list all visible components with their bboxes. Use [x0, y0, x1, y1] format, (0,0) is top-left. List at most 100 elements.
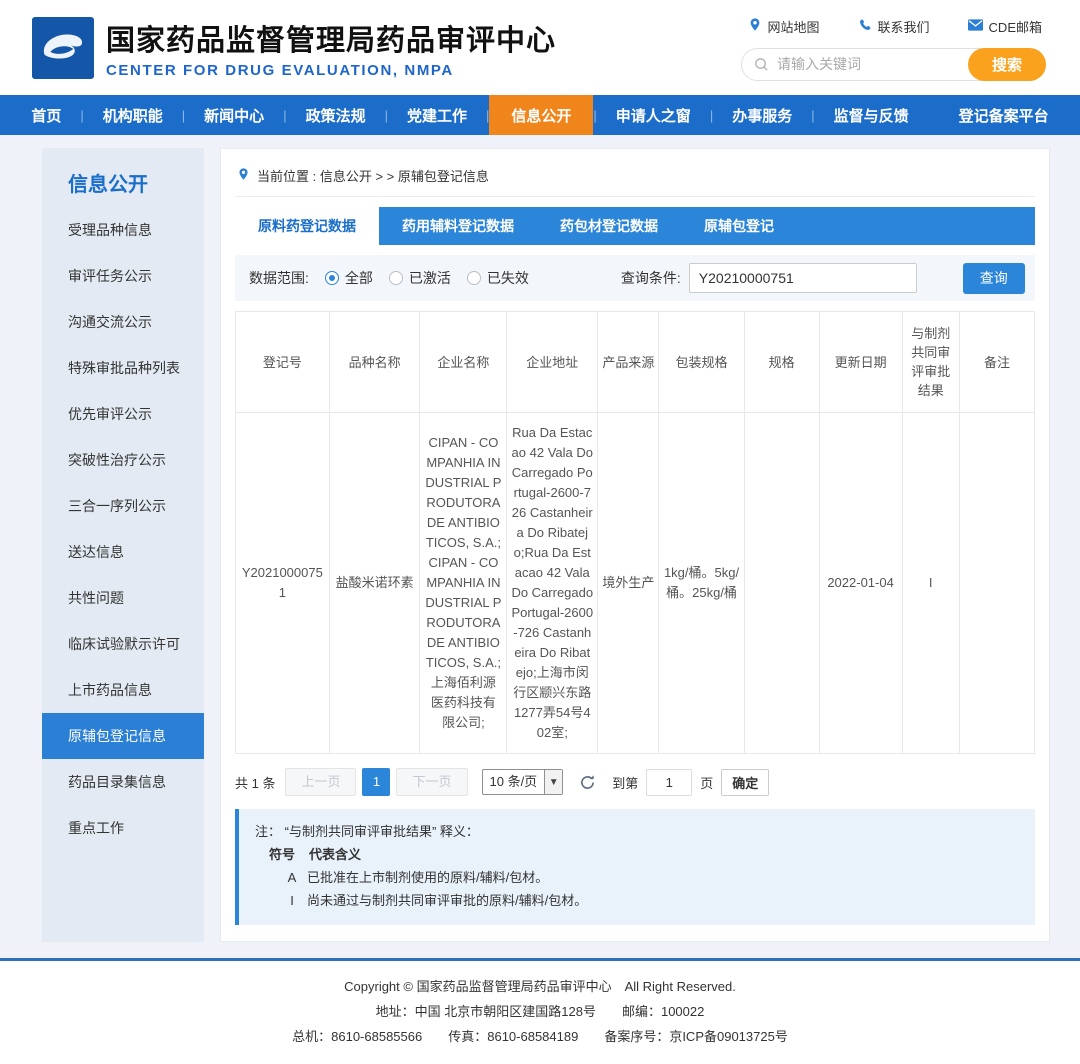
- next-page-button[interactable]: 下一页: [396, 768, 467, 796]
- col-package-spec: 包装规格: [659, 312, 744, 413]
- page-size-select[interactable]: 10 条/页 ▼: [482, 769, 564, 795]
- nav-item-info-disclosure[interactable]: 信息公开: [489, 95, 593, 135]
- sidebar-item-review-tasks[interactable]: 审评任务公示: [42, 253, 204, 299]
- sidebar-item-marketed-drugs[interactable]: 上市药品信息: [42, 667, 204, 713]
- nav-item-news[interactable]: 新闻中心: [185, 95, 283, 135]
- tabbar: 原料药登记数据 药用辅料登记数据 药包材登记数据 原辅包登记: [235, 207, 1035, 245]
- nav-item-label: 申请人之窗: [616, 105, 691, 126]
- sidebar-item-key-work[interactable]: 重点工作: [42, 805, 204, 851]
- sidebar-item-breakthrough-therapy[interactable]: 突破性治疗公示: [42, 437, 204, 483]
- page-number-button[interactable]: 1: [362, 768, 390, 796]
- cell-spec: [744, 413, 819, 754]
- location-pin-icon: [748, 17, 762, 35]
- cell-product-source: 境外生产: [598, 413, 659, 754]
- nav-item-functions[interactable]: 机构职能: [84, 95, 182, 135]
- search-icon: [754, 57, 769, 72]
- tab-raw-material-registration[interactable]: 原辅包登记: [681, 207, 797, 245]
- site-subtitle: CENTER FOR DRUG EVALUATION, NMPA: [106, 62, 556, 79]
- contact-link[interactable]: 联系我们: [858, 17, 930, 36]
- radio-all-label: 全部: [345, 268, 373, 288]
- note-symbol-header: 符号: [269, 843, 295, 866]
- col-update-date: 更新日期: [819, 312, 902, 413]
- radio-unselected-icon: [389, 271, 403, 285]
- site-header: 国家药品监督管理局药品审评中心 CENTER FOR DRUG EVALUATI…: [0, 0, 1080, 95]
- cell-registration-no: Y20210000751: [236, 413, 330, 754]
- radio-activated[interactable]: 已激活: [389, 268, 451, 288]
- query-condition-label: 查询条件:: [621, 268, 681, 288]
- sidebar-item-drug-catalog[interactable]: 药品目录集信息: [42, 759, 204, 805]
- sidebar-item-communication[interactable]: 沟通交流公示: [42, 299, 204, 345]
- radio-unselected-icon: [467, 271, 481, 285]
- site-search-input[interactable]: [777, 56, 962, 72]
- site-search: 搜索: [741, 48, 1046, 81]
- prev-page-button[interactable]: 上一页: [285, 768, 356, 796]
- refresh-icon[interactable]: [579, 774, 596, 791]
- breadcrumb-text: 当前位置 : 信息公开 > > 原辅包登记信息: [257, 166, 489, 185]
- tab-api-registration[interactable]: 原料药登记数据: [235, 207, 379, 245]
- sidebar-item-special-approval[interactable]: 特殊审批品种列表: [42, 345, 204, 391]
- tab-packaging-registration[interactable]: 药包材登记数据: [537, 207, 681, 245]
- sidebar-item-raw-materials-registration[interactable]: 原辅包登记信息: [42, 713, 204, 759]
- note-meaning: 已批准在上市制剂使用的原料/辅料/包材。: [307, 866, 548, 889]
- nav-item-label: 新闻中心: [204, 105, 264, 126]
- note-symbol: A: [277, 866, 307, 889]
- sidebar-item-common-issues[interactable]: 共性问题: [42, 575, 204, 621]
- brand[interactable]: 国家药品监督管理局药品审评中心 CENTER FOR DRUG EVALUATI…: [32, 17, 556, 79]
- cell-product-name: 盐酸米诺环素: [329, 413, 420, 754]
- footer-address: 地址：中国 北京市朝阳区建国路128号 邮编：100022: [0, 999, 1080, 1024]
- tab-excipient-registration[interactable]: 药用辅料登记数据: [379, 207, 537, 245]
- quick-links: 网站地图 联系我们 CDE邮箱: [748, 17, 1042, 36]
- note-item-i: I 尚未通过与制剂共同审评审批的原料/辅料/包材。: [255, 889, 1019, 912]
- nav-item-label: 登记备案平台: [959, 105, 1049, 126]
- main-card: 当前位置 : 信息公开 > > 原辅包登记信息 原料药登记数据 药用辅料登记数据…: [220, 148, 1050, 942]
- note-subheader: 符号 代表含义: [255, 843, 1019, 866]
- nav-item-label: 政策法规: [306, 105, 366, 126]
- cell-remark: [959, 413, 1034, 754]
- cde-mail-link[interactable]: CDE邮箱: [968, 17, 1042, 36]
- pagination: 共 1 条 上一页 1 下一页 10 条/页 ▼ 到第 页 确定: [235, 768, 1035, 796]
- sidebar-item-three-in-one[interactable]: 三合一序列公示: [42, 483, 204, 529]
- sidebar-item-accepted-varieties[interactable]: 受理品种信息: [42, 207, 204, 253]
- contact-link-label: 联系我们: [878, 17, 930, 36]
- header-right: 网站地图 联系我们 CDE邮箱: [741, 15, 1046, 81]
- nav-item-policies[interactable]: 政策法规: [287, 95, 385, 135]
- chevron-down-icon: ▼: [544, 770, 562, 794]
- sidebar-item-priority-review[interactable]: 优先审评公示: [42, 391, 204, 437]
- col-joint-review-result: 与制剂共同审评审批结果: [902, 312, 959, 413]
- sitemap-link[interactable]: 网站地图: [748, 17, 820, 36]
- data-range-label: 数据范围:: [249, 268, 309, 288]
- phone-icon: [858, 18, 872, 35]
- query-button[interactable]: 查询: [963, 263, 1025, 294]
- note-item-a: A 已批准在上市制剂使用的原料/辅料/包材。: [255, 866, 1019, 889]
- note-symbol: I: [277, 889, 307, 912]
- goto-page-unit: 页: [700, 773, 713, 792]
- col-company-address: 企业地址: [507, 312, 598, 413]
- table-header-row: 登记号 品种名称 企业名称 企业地址 产品来源 包装规格 规格 更新日期 与制剂…: [236, 312, 1035, 413]
- goto-confirm-button[interactable]: 确定: [721, 769, 769, 796]
- goto-page-input[interactable]: [646, 769, 692, 796]
- nav-item-label: 办事服务: [732, 105, 792, 126]
- sidebar: 信息公开 受理品种信息 审评任务公示 沟通交流公示 特殊审批品种列表 优先审评公…: [42, 148, 204, 942]
- breadcrumb-pin-icon: [237, 167, 250, 184]
- page-size-value: 10 条/页: [483, 770, 545, 794]
- nav-item-party[interactable]: 党建工作: [388, 95, 486, 135]
- radio-all[interactable]: 全部: [325, 268, 373, 288]
- goto-page-label: 到第: [612, 773, 638, 792]
- footer-contact: 总机：8610-68585566 传真：8610-68584189 备案序号：京…: [0, 1024, 1080, 1049]
- sidebar-item-delivery-info[interactable]: 送达信息: [42, 529, 204, 575]
- site-title: 国家药品监督管理局药品审评中心: [106, 17, 556, 59]
- nav-item-registration-platform[interactable]: 登记备案平台: [940, 95, 1068, 135]
- col-registration-no: 登记号: [236, 312, 330, 413]
- cell-joint-review-result: I: [902, 413, 959, 754]
- nav-item-supervision[interactable]: 监督与反馈: [815, 95, 928, 135]
- footer-copyright: Copyright © 国家药品监督管理局药品审评中心 All Right Re…: [0, 974, 1080, 999]
- site-search-button[interactable]: 搜索: [968, 48, 1046, 81]
- query-condition-input[interactable]: [689, 263, 917, 293]
- nav-item-applicant-window[interactable]: 申请人之窗: [597, 95, 710, 135]
- nav-item-services[interactable]: 办事服务: [713, 95, 811, 135]
- col-product-source: 产品来源: [598, 312, 659, 413]
- sidebar-item-clinical-trial-default[interactable]: 临床试验默示许可: [42, 621, 204, 667]
- nav-item-home[interactable]: 首页: [12, 95, 80, 135]
- radio-expired[interactable]: 已失效: [467, 268, 529, 288]
- note-title: 注： “与制剂共同审评审批结果” 释义：: [255, 820, 1019, 843]
